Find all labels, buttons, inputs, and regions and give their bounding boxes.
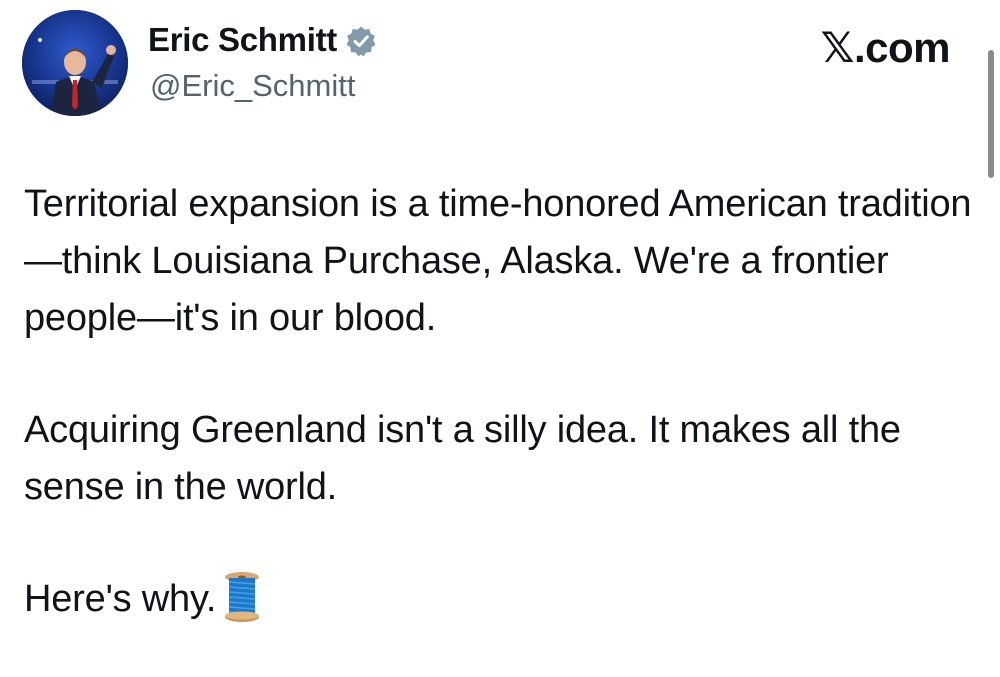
tweet-paragraph: Territorial expansion is a time-honored … (24, 183, 972, 339)
x-brand-label: 𝕏.com (820, 24, 951, 71)
tweet-paragraph: Here's why. (24, 578, 217, 620)
tweet-paragraph-last: Here's why. (24, 571, 974, 628)
author-handle[interactable]: @Eric_Schmitt (150, 68, 355, 104)
tweet-text: Territorial expansion is a time-honored … (24, 176, 974, 628)
author-name-row: Eric Schmitt (148, 20, 377, 60)
tweet-paragraph: Acquiring Greenland isn't a silly idea. … (24, 409, 901, 508)
scrollbar[interactable] (988, 50, 994, 178)
avatar[interactable] (22, 10, 128, 116)
verified-badge-icon[interactable] (345, 25, 377, 57)
spool-of-thread-icon (222, 571, 262, 623)
author-display-name[interactable]: Eric Schmitt (148, 20, 337, 60)
avatar-photo (22, 10, 128, 116)
